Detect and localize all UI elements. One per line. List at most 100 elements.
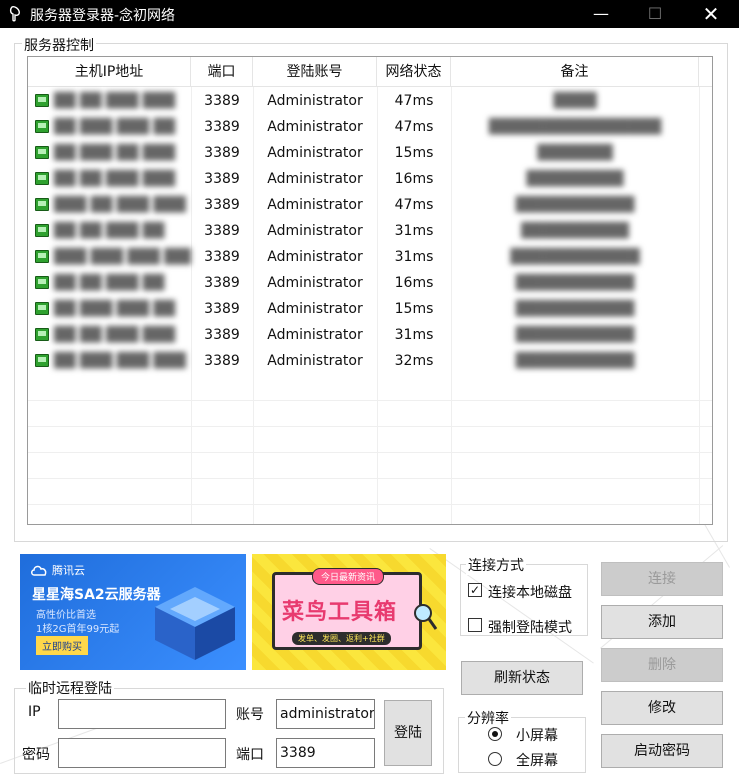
- note-cell-redacted: ████████████████: [488, 119, 662, 135]
- status-cell: 15ms: [394, 301, 434, 317]
- account-cell: Administrator: [267, 145, 363, 161]
- account-cell: Administrator: [267, 171, 363, 187]
- cainiao-sub: 发单、发圈、返利+社群: [292, 632, 391, 645]
- ip-cell-redacted: ██ ██ ███ ██: [54, 275, 165, 291]
- status-cell: 47ms: [394, 197, 434, 213]
- connect-button[interactable]: 连接: [601, 562, 723, 596]
- account-cell: Administrator: [267, 223, 363, 239]
- note-cell-redacted: ██████████: [521, 223, 629, 239]
- table-row[interactable]: ██ ███ ██ ███ 3389 Administrator 15ms ██…: [28, 140, 712, 166]
- table-row[interactable]: ███ ██ ███ ███ 3389 Administrator 47ms █…: [28, 192, 712, 218]
- server-list[interactable]: 主机IP地址 端口 登陆账号 网络状态 备注 ██ ██ ███ ███ 338…: [27, 56, 713, 525]
- delete-button[interactable]: 删除: [601, 648, 723, 682]
- server-list-header: 主机IP地址 端口 登陆账号 网络状态 备注: [28, 57, 712, 87]
- login-button[interactable]: 登陆: [384, 700, 432, 766]
- resolution-label: 分辨率: [465, 708, 511, 728]
- account-cell: Administrator: [267, 249, 363, 265]
- port-cell: 3389: [204, 197, 240, 213]
- password-input[interactable]: [58, 738, 226, 768]
- full-screen-radio[interactable]: [488, 752, 502, 766]
- account-cell: Administrator: [267, 275, 363, 291]
- status-cell: 15ms: [394, 145, 434, 161]
- local-disk-checkbox[interactable]: ✓: [468, 583, 482, 597]
- small-screen-radio[interactable]: [488, 727, 502, 741]
- account-cell: Administrator: [267, 301, 363, 317]
- port-input[interactable]: 3389: [276, 738, 375, 768]
- column-header-port[interactable]: 端口: [191, 57, 253, 87]
- grid-line: [28, 452, 712, 453]
- table-row[interactable]: ███ ███ ███ ███ 3389 Administrator 31ms …: [28, 244, 712, 270]
- port-cell: 3389: [204, 301, 240, 317]
- table-row[interactable]: ██ ███ ███ ██ 3389 Administrator 15ms ██…: [28, 296, 712, 322]
- ip-cell-redacted: ██ ██ ███ ███: [54, 171, 176, 187]
- port-label: 端口: [236, 747, 264, 763]
- title-bar: 服务器登录器-念初网络 — ☐ ✕: [0, 0, 739, 28]
- grid-line: [28, 400, 712, 401]
- table-row[interactable]: ██ ██ ███ ██ 3389 Administrator 16ms ███…: [28, 270, 712, 296]
- status-cell: 31ms: [394, 327, 434, 343]
- window-title: 服务器登录器-念初网络: [30, 8, 176, 24]
- table-row[interactable]: ██ ██ ███ ██ 3389 Administrator 31ms ███…: [28, 218, 712, 244]
- account-input[interactable]: administrator: [276, 699, 375, 729]
- note-cell-redacted: ███████████: [515, 275, 635, 291]
- table-row[interactable]: ██ ██ ███ ███ 3389 Administrator 31ms ██…: [28, 322, 712, 348]
- table-row[interactable]: ██ ██ ███ ███ 3389 Administrator 16ms ██…: [28, 166, 712, 192]
- start-password-button[interactable]: 启动密码: [601, 734, 723, 768]
- ip-cell-redacted: ██ ███ ███ ███: [54, 353, 186, 369]
- magnifier-icon: [414, 604, 438, 630]
- tencent-headline: 星星海SA2云服务器: [32, 587, 161, 603]
- close-button[interactable]: ✕: [686, 0, 736, 28]
- status-cell: 47ms: [394, 119, 434, 135]
- tencent-buy-button[interactable]: 立即购买: [36, 636, 88, 655]
- column-header-note[interactable]: 备注: [451, 57, 699, 87]
- account-cell: Administrator: [267, 93, 363, 109]
- ip-cell-redacted: ██ ██ ███ ███: [54, 327, 176, 343]
- ip-cell-redacted: ██ ███ ███ ██: [54, 301, 176, 317]
- connect-mode-label: 连接方式: [466, 555, 526, 575]
- column-header-status[interactable]: 网络状态: [377, 57, 451, 87]
- full-screen-label: 全屏幕: [516, 753, 558, 769]
- password-label: 密码: [22, 747, 50, 763]
- add-button[interactable]: 添加: [601, 605, 723, 639]
- account-cell: Administrator: [267, 353, 363, 369]
- table-row[interactable]: ██ ██ ███ ███ 3389 Administrator 47ms ██…: [28, 88, 712, 114]
- minimize-button[interactable]: —: [576, 0, 626, 28]
- table-row[interactable]: ██ ███ ███ ███ 3389 Administrator 32ms █…: [28, 348, 712, 374]
- grid-line: [28, 478, 712, 479]
- small-screen-label: 小屏幕: [516, 728, 558, 744]
- tencent-sub1: 高性价比首选: [36, 610, 96, 621]
- cainiao-headline: 菜鸟工具箱: [282, 600, 398, 625]
- grid-line: [28, 426, 712, 427]
- tencent-sub2: 1核2G首年99元起: [36, 624, 120, 635]
- tencent-cloud-ad[interactable]: 腾讯云 星星海SA2云服务器 高性价比首选 1核2G首年99元起 立即购买: [20, 554, 246, 670]
- grid-line: [28, 504, 712, 505]
- status-cell: 31ms: [394, 249, 434, 265]
- note-cell-redacted: ███████████: [515, 353, 635, 369]
- ip-cell-redacted: ██ ██ ███ ███: [54, 93, 176, 109]
- port-cell: 3389: [204, 93, 240, 109]
- ip-cell-redacted: ███ ███ ███ ███: [54, 249, 191, 265]
- ip-cell-redacted: ██ ███ ███ ██: [54, 119, 176, 135]
- note-cell-redacted: ███████████: [515, 197, 635, 213]
- column-header-account[interactable]: 登陆账号: [253, 57, 377, 87]
- port-cell: 3389: [204, 275, 240, 291]
- force-login-label: 强制登陆模式: [488, 620, 572, 636]
- note-cell-redacted: ████████████: [510, 249, 640, 265]
- modify-button[interactable]: 修改: [601, 691, 723, 725]
- maximize-button[interactable]: ☐: [630, 0, 680, 28]
- status-cell: 47ms: [394, 93, 434, 109]
- cloud-icon: [31, 565, 47, 576]
- column-header-ip[interactable]: 主机IP地址: [28, 57, 191, 87]
- port-cell: 3389: [204, 145, 240, 161]
- note-cell-redacted: █████████: [526, 171, 624, 187]
- ip-input[interactable]: [58, 699, 226, 729]
- status-cell: 16ms: [394, 171, 434, 187]
- cainiao-toolbox-ad[interactable]: 今日最新资讯 菜鸟工具箱 发单、发圈、返利+社群: [252, 554, 446, 670]
- account-cell: Administrator: [267, 119, 363, 135]
- local-disk-label: 连接本地磁盘: [488, 585, 572, 601]
- force-login-checkbox[interactable]: [468, 618, 482, 632]
- note-cell-redacted: ███████████: [515, 301, 635, 317]
- refresh-status-button[interactable]: 刷新状态: [461, 661, 583, 695]
- table-row[interactable]: ██ ███ ███ ██ 3389 Administrator 47ms ██…: [28, 114, 712, 140]
- server-control-label: 服务器控制: [22, 35, 96, 55]
